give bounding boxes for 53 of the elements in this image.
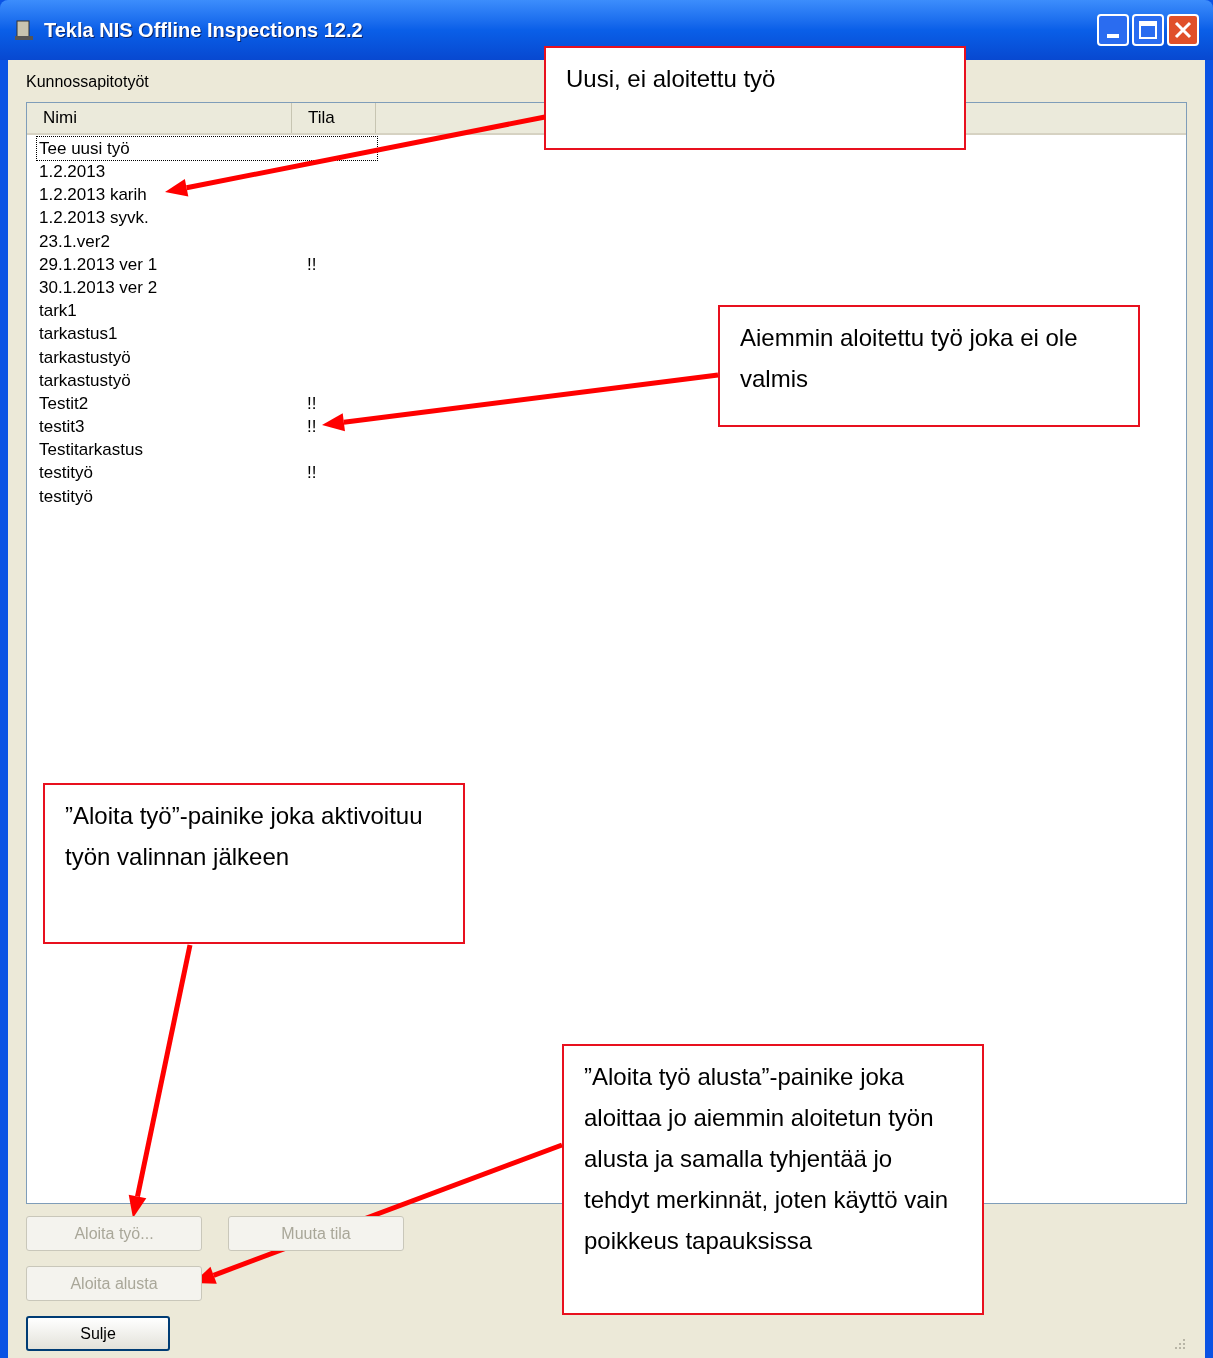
job-name: tarkastus1 [38,323,119,346]
job-status: !! [307,416,317,439]
list-row[interactable]: tarkastustyö [37,368,377,393]
list-row[interactable]: Tee uusi työ [37,137,377,161]
job-name: 23.1.ver2 [38,230,111,253]
job-name: 1.2.2013 karih [38,184,148,207]
callout-box: ”Aloita työ”-painike joka aktivoituu työn valinnan jälkeen [43,783,465,944]
job-name: tarkastustyö [38,346,132,369]
callout-box: ”Aloita työ alusta”-painike joka aloittaa jo aiemmin aloitetun työn alusta ja samalla tyhjentää jo tehdyt merkinnät, joten käyttö vain poikkeus tapauksissa [562,1044,984,1315]
maximize-icon [1139,21,1157,39]
job-name: Testitarkastus [38,439,144,462]
list-row[interactable]: 1.2.2013 [37,160,377,184]
list-row[interactable]: tarkastustyö [37,345,377,369]
minimize-button[interactable] [1097,14,1129,46]
list-row[interactable]: 1.2.2013 syvk. [37,206,377,230]
callout-box: Aiemmin aloitettu työ joka ei ole valmis [718,305,1140,427]
maximize-button[interactable] [1132,14,1164,46]
list-row[interactable]: Testitarkastus [37,438,377,462]
list-row[interactable]: tark1 [37,299,377,323]
group-label: Kunnossapitotyöt [26,72,149,92]
job-name: Testit2 [38,392,90,415]
job-name: testit3 [38,416,86,439]
list-row[interactable]: Testit2 !! [37,392,377,416]
callout-box: Uusi, ei aloitettu työ [544,46,966,150]
list-row[interactable]: 1.2.2013 karih [37,183,377,207]
list-row[interactable]: 30.1.2013 ver 2 [37,276,377,300]
list-row[interactable]: 29.1.2013 ver 1 !! [37,252,377,277]
action-button[interactable]: Sulje [26,1316,170,1351]
job-name: testityö [38,485,94,508]
column-header[interactable]: Tila [292,103,376,133]
resize-grip-icon [1173,1337,1187,1351]
list-row[interactable]: testityö !! [37,461,377,485]
column-header[interactable]: Nimi [27,103,292,133]
list-row[interactable]: tarkastus1 [37,322,377,346]
minimize-icon [1107,34,1119,38]
job-name: 29.1.2013 ver 1 [38,253,159,276]
job-name: testityö [38,462,94,485]
close-button[interactable] [1167,14,1199,46]
list-row[interactable]: testityö [37,484,377,508]
job-name: tarkastustyö [38,369,132,392]
job-name: tark1 [38,300,78,323]
job-name: 1.2.2013 syvk. [38,207,150,230]
window-icon [14,19,34,41]
list-row[interactable]: 23.1.ver2 [37,229,377,253]
list-row[interactable]: testit3 !! [37,415,377,439]
window-title: Tekla NIS Offline Inspections 12.2 [44,18,363,43]
job-status: !! [307,253,317,276]
job-name: 30.1.2013 ver 2 [38,276,159,299]
close-icon [1174,21,1192,39]
job-status: !! [307,392,317,415]
job-name: Tee uusi työ [38,137,131,160]
job-name: 1.2.2013 [38,161,107,184]
job-status: !! [307,462,317,485]
